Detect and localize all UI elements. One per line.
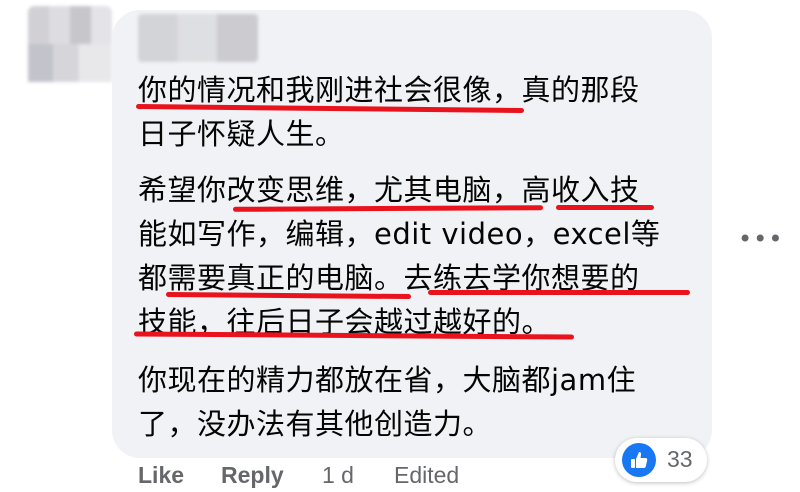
author-name[interactable]	[138, 14, 258, 62]
comment-paragraph-2: 希望你改变思维，尤其电脑，高收入技 能如写作，编辑，edit video，exc…	[138, 173, 661, 339]
reaction-count: 33	[667, 446, 693, 472]
timestamp[interactable]: 1 d	[322, 462, 354, 489]
highlight-underline	[556, 205, 654, 210]
comment-paragraph-3: 你现在的精力都放在省，大脑都jam住 了，没办法有其他创造力。	[138, 363, 637, 441]
highlight-underline	[428, 290, 690, 295]
edited-label[interactable]: Edited	[394, 462, 459, 489]
thumbs-up-icon	[622, 443, 656, 477]
reply-button[interactable]: Reply	[221, 462, 284, 489]
like-button[interactable]: Like	[138, 462, 184, 489]
more-options-icon[interactable]: •••	[738, 225, 783, 253]
avatar[interactable]	[28, 6, 112, 82]
comment-paragraph-1: 你的情况和我刚进社会很像，真的那段 日子怀疑人生。	[138, 73, 640, 151]
reaction-summary[interactable]: 33	[615, 438, 707, 482]
